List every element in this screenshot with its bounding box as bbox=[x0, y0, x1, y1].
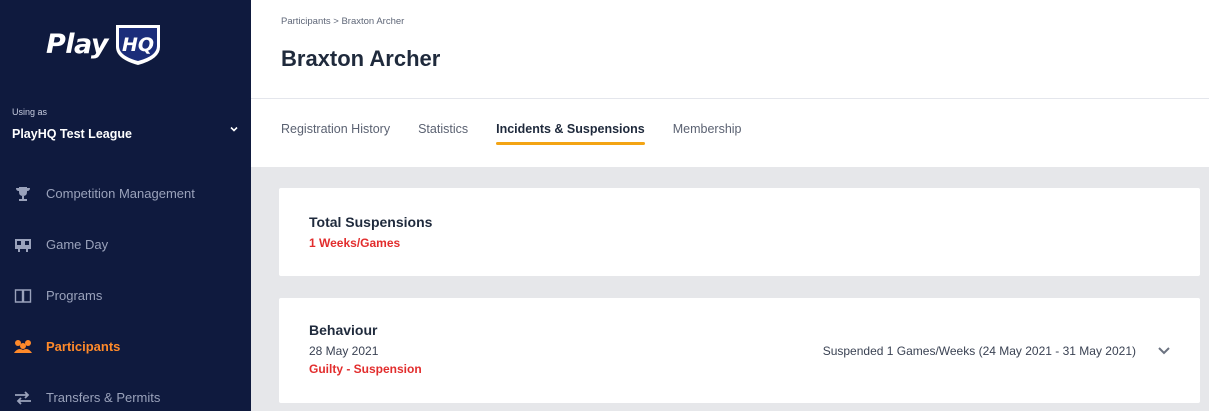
chevron-down-icon[interactable] bbox=[228, 123, 240, 135]
tab-membership[interactable]: Membership bbox=[673, 122, 742, 145]
total-suspensions-card: Total Suspensions 1 Weeks/Games bbox=[279, 188, 1200, 276]
sidebar-nav: Competition Management Game Day Programs… bbox=[0, 168, 251, 411]
tab-registration-history[interactable]: Registration History bbox=[281, 122, 390, 145]
org-selector[interactable]: PlayHQ Test League bbox=[12, 127, 132, 141]
scoreboard-icon bbox=[12, 236, 34, 254]
book-icon bbox=[12, 287, 34, 305]
sidebar-item-game-day[interactable]: Game Day bbox=[0, 219, 251, 270]
sidebar-item-competition-management[interactable]: Competition Management bbox=[0, 168, 251, 219]
sidebar-item-transfers-permits[interactable]: Transfers & Permits bbox=[0, 372, 251, 411]
breadcrumb[interactable]: Participants > Braxton Archer bbox=[281, 16, 404, 27]
main-content: Participants > Braxton Archer Braxton Ar… bbox=[251, 0, 1209, 411]
logo-badge-text: HQ bbox=[122, 34, 154, 56]
logo-text: Play bbox=[46, 28, 109, 60]
chevron-down-icon[interactable] bbox=[1156, 342, 1172, 358]
suspension-detail: Suspended 1 Games/Weeks (24 May 2021 - 3… bbox=[822, 344, 1136, 358]
tab-incidents-suspensions[interactable]: Incidents & Suspensions bbox=[496, 122, 645, 145]
page-title: Braxton Archer bbox=[281, 46, 441, 71]
header-divider bbox=[251, 98, 1209, 99]
total-suspensions-title: Total Suspensions bbox=[309, 214, 433, 230]
total-suspensions-value: 1 Weeks/Games bbox=[309, 236, 401, 250]
sidebar-item-label: Competition Management bbox=[46, 186, 195, 201]
sidebar-item-programs[interactable]: Programs bbox=[0, 270, 251, 321]
incident-card[interactable]: Behaviour 28 May 2021 Guilty - Suspensio… bbox=[279, 298, 1200, 403]
sidebar: Play HQ Using as PlayHQ Test League Comp… bbox=[0, 0, 251, 411]
transfer-arrows-icon bbox=[12, 389, 34, 407]
tab-statistics[interactable]: Statistics bbox=[418, 122, 468, 145]
incident-type: Behaviour bbox=[309, 322, 378, 338]
using-as-label: Using as bbox=[12, 107, 48, 117]
playhq-logo[interactable]: Play HQ bbox=[46, 18, 164, 70]
sidebar-item-label: Programs bbox=[46, 288, 103, 303]
sidebar-item-label: Transfers & Permits bbox=[46, 390, 161, 405]
sidebar-item-participants[interactable]: Participants bbox=[0, 321, 251, 372]
sidebar-item-label: Game Day bbox=[46, 237, 109, 252]
incident-date: 28 May 2021 bbox=[309, 344, 379, 358]
people-icon bbox=[12, 338, 34, 356]
trophy-icon bbox=[12, 185, 34, 203]
tab-bar: Registration History Statistics Incident… bbox=[281, 122, 770, 145]
sidebar-item-label: Participants bbox=[46, 339, 121, 354]
hq-shield-icon: HQ bbox=[116, 25, 161, 65]
incident-outcome: Guilty - Suspension bbox=[309, 362, 422, 376]
